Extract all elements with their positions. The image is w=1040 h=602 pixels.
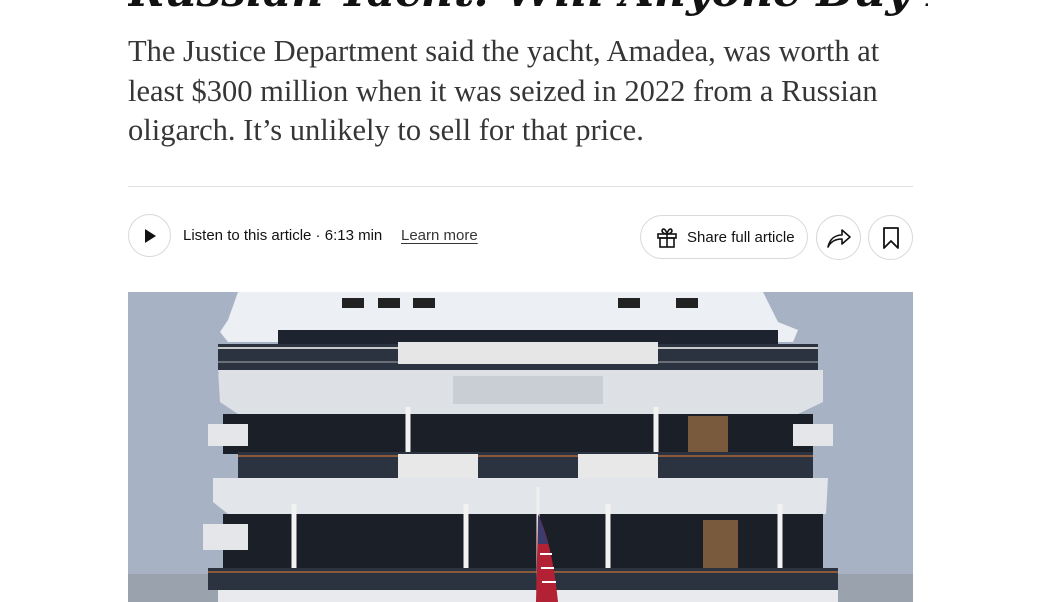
article-headline: Russian Yacht: Will Anyone Buy It? — [128, 0, 928, 18]
yacht-image — [128, 292, 913, 602]
play-icon — [144, 228, 156, 243]
article-photo — [128, 292, 913, 602]
bookmark-icon — [882, 226, 899, 249]
listen-label: Listen to this article · 6:13 min — [183, 227, 383, 244]
divider — [128, 186, 913, 187]
save-button[interactable] — [868, 215, 913, 260]
gift-icon — [657, 228, 677, 248]
share-arrow-icon — [826, 228, 851, 248]
article-summary: The Justice Department said the yacht, A… — [128, 34, 880, 147]
learn-more-link[interactable]: Learn more — [401, 226, 478, 246]
share-button[interactable] — [816, 215, 861, 260]
share-full-article-label: Share full article — [687, 228, 795, 246]
play-audio-button[interactable] — [128, 214, 171, 257]
share-full-article-button[interactable]: Share full article — [640, 215, 808, 259]
